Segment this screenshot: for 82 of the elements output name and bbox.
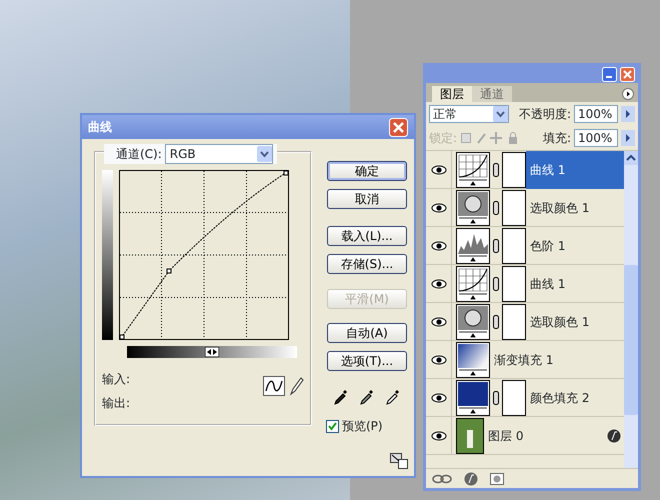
- layer-name[interactable]: 曲线 1: [526, 150, 624, 188]
- layer-row[interactable]: 曲线 1: [426, 151, 624, 189]
- effects-icon[interactable]: [464, 472, 478, 486]
- layer-mask-thumbnail[interactable]: [502, 266, 526, 302]
- resize-icon[interactable]: [390, 453, 408, 469]
- curve-tool-icon[interactable]: [263, 376, 285, 396]
- eye-icon[interactable]: [430, 430, 446, 440]
- eyedropper-icon[interactable]: [386, 389, 400, 405]
- layer-row[interactable]: 选取颜色 1: [426, 189, 624, 227]
- layer-thumbnail[interactable]: [456, 266, 490, 302]
- eye-icon[interactable]: [430, 392, 446, 402]
- layer-row[interactable]: 选取颜色 1: [426, 303, 624, 341]
- eye-icon[interactable]: [430, 202, 446, 212]
- link-icon[interactable]: [493, 200, 499, 214]
- layer-mask-thumbnail[interactable]: [502, 152, 526, 188]
- scrollbar[interactable]: [624, 151, 638, 468]
- layer-thumbnail[interactable]: [456, 152, 490, 188]
- eye-icon[interactable]: [430, 278, 446, 288]
- fill-field[interactable]: 100%: [574, 129, 618, 147]
- dialog-button[interactable]: 存储(S)...: [327, 254, 407, 274]
- eye-icon[interactable]: [430, 354, 446, 364]
- layer-name[interactable]: 选取颜色 1: [526, 188, 624, 226]
- dialog-button[interactable]: 确定: [327, 161, 407, 181]
- mask-icon[interactable]: [490, 472, 504, 484]
- opacity-field[interactable]: 100%: [574, 105, 618, 123]
- lock-label: 锁定:: [429, 130, 458, 147]
- link-icon[interactable]: [493, 162, 499, 176]
- link-layers-icon[interactable]: [432, 474, 452, 484]
- eye-icon[interactable]: [430, 164, 446, 174]
- close-button[interactable]: [389, 118, 408, 136]
- link-icon[interactable]: [493, 238, 499, 252]
- panel-tab[interactable]: 通道: [472, 86, 512, 102]
- channel-label: 通道(C):: [116, 146, 162, 163]
- layer-mask-thumbnail[interactable]: [502, 190, 526, 226]
- layer-mask-thumbnail[interactable]: [502, 228, 526, 264]
- link-icon[interactable]: [493, 314, 499, 328]
- eye-icon[interactable]: [430, 240, 446, 250]
- minimize-button[interactable]: [602, 67, 617, 82]
- layer-row[interactable]: 颜色填充 2: [426, 379, 624, 417]
- layer-thumbnail[interactable]: [456, 380, 490, 416]
- layer-name[interactable]: 颜色填充 2: [526, 378, 624, 416]
- panel-tab[interactable]: 图层: [432, 86, 472, 102]
- layer-mask-thumbnail[interactable]: [502, 380, 526, 416]
- panel-menu-icon[interactable]: [622, 88, 634, 100]
- layer-name[interactable]: 曲线 1: [526, 264, 624, 302]
- channel-select[interactable]: RGB: [164, 144, 273, 164]
- checkbox[interactable]: [326, 420, 339, 432]
- layer-name[interactable]: 渐变填充 1: [490, 340, 624, 378]
- layer-row[interactable]: 曲线 1: [426, 265, 624, 303]
- preview-checkbox[interactable]: 预览(P): [326, 417, 383, 435]
- layer-row[interactable]: 渐变填充 1: [426, 341, 624, 379]
- layer-thumbnail[interactable]: [456, 228, 490, 264]
- output-label: 输出:: [102, 395, 130, 412]
- close-button[interactable]: [620, 67, 635, 82]
- effects-icon: [607, 428, 621, 442]
- layer-thumbnail[interactable]: [456, 190, 490, 226]
- layer-row[interactable]: 图层 0: [426, 417, 624, 455]
- curve-graph[interactable]: [119, 170, 289, 340]
- eye-icon[interactable]: [430, 316, 446, 326]
- dialog-title: 曲线: [88, 119, 112, 136]
- layer-row[interactable]: 色阶 1: [426, 227, 624, 265]
- layer-thumbnail[interactable]: [456, 304, 490, 340]
- dialog-button[interactable]: 选项(T)...: [327, 351, 407, 371]
- opacity-label: 不透明度:: [518, 106, 571, 123]
- link-icon[interactable]: [493, 390, 499, 404]
- eyedropper-icon[interactable]: [360, 389, 374, 405]
- dialog-button[interactable]: 载入(L)...: [327, 226, 407, 246]
- layer-name[interactable]: 色阶 1: [526, 226, 624, 264]
- layer-name[interactable]: 图层 0: [484, 416, 607, 454]
- layer-name[interactable]: 选取颜色 1: [526, 302, 624, 340]
- eyedropper-icon[interactable]: [334, 389, 348, 405]
- layer-thumbnail[interactable]: [456, 418, 484, 454]
- pencil-icon[interactable]: [288, 376, 304, 396]
- dialog-button[interactable]: 取消: [327, 189, 407, 209]
- dialog-button[interactable]: 自动(A): [327, 323, 407, 343]
- toggle-arrows-icon[interactable]: [205, 347, 219, 357]
- link-icon[interactable]: [493, 276, 499, 290]
- layer-thumbnail[interactable]: [456, 342, 490, 378]
- blend-mode-select[interactable]: 正常: [429, 105, 509, 123]
- layer-mask-thumbnail[interactable]: [502, 304, 526, 340]
- fill-label: 填充:: [542, 130, 571, 147]
- input-label: 输入:: [102, 371, 130, 388]
